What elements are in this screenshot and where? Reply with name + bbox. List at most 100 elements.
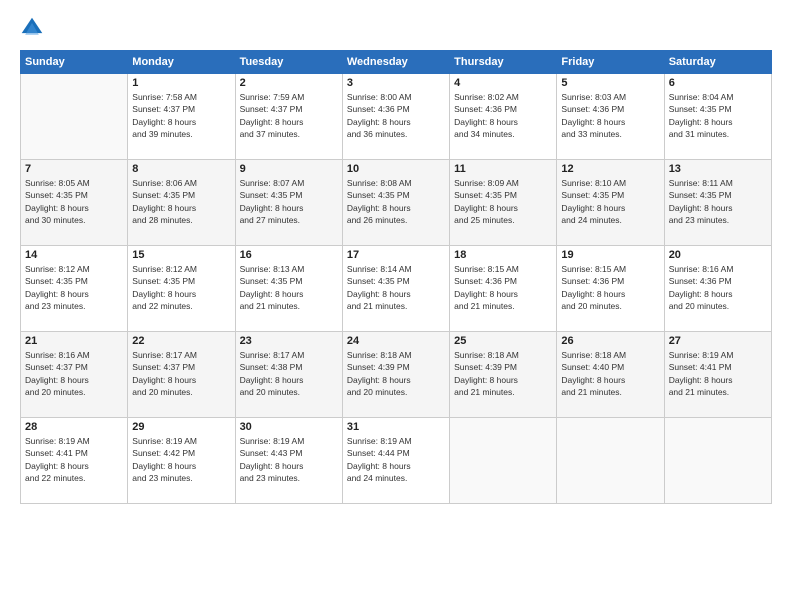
day-cell <box>557 418 664 504</box>
day-number: 6 <box>669 77 767 89</box>
header-day-friday: Friday <box>557 51 664 74</box>
header-day-wednesday: Wednesday <box>342 51 449 74</box>
day-cell: 9 Sunrise: 8:07 AMSunset: 4:35 PMDaylight… <box>235 160 342 246</box>
week-row-1: 1 Sunrise: 7:58 AMSunset: 4:37 PMDaylight… <box>21 74 772 160</box>
day-number: 21 <box>25 335 123 347</box>
day-cell: 4 Sunrise: 8:02 AMSunset: 4:36 PMDaylight… <box>450 74 557 160</box>
day-info: Sunrise: 8:12 AMSunset: 4:35 PMDaylight:… <box>132 263 230 312</box>
day-cell: 3 Sunrise: 8:00 AMSunset: 4:36 PMDaylight… <box>342 74 449 160</box>
day-info: Sunrise: 8:10 AMSunset: 4:35 PMDaylight:… <box>561 177 659 226</box>
day-cell: 17 Sunrise: 8:14 AMSunset: 4:35 PMDayligh… <box>342 246 449 332</box>
day-number: 4 <box>454 77 552 89</box>
day-cell: 12 Sunrise: 8:10 AMSunset: 4:35 PMDayligh… <box>557 160 664 246</box>
day-info: Sunrise: 8:09 AMSunset: 4:35 PMDaylight:… <box>454 177 552 226</box>
day-number: 10 <box>347 163 445 175</box>
header <box>20 16 772 40</box>
day-cell <box>664 418 771 504</box>
header-row: SundayMondayTuesdayWednesdayThursdayFrid… <box>21 51 772 74</box>
week-row-5: 28 Sunrise: 8:19 AMSunset: 4:41 PMDayligh… <box>21 418 772 504</box>
day-info: Sunrise: 8:16 AMSunset: 4:36 PMDaylight:… <box>669 263 767 312</box>
day-info: Sunrise: 8:13 AMSunset: 4:35 PMDaylight:… <box>240 263 338 312</box>
day-info: Sunrise: 8:08 AMSunset: 4:35 PMDaylight:… <box>347 177 445 226</box>
day-number: 24 <box>347 335 445 347</box>
day-number: 5 <box>561 77 659 89</box>
day-info: Sunrise: 8:19 AMSunset: 4:42 PMDaylight:… <box>132 435 230 484</box>
day-number: 15 <box>132 249 230 261</box>
day-info: Sunrise: 8:15 AMSunset: 4:36 PMDaylight:… <box>454 263 552 312</box>
day-number: 12 <box>561 163 659 175</box>
day-info: Sunrise: 8:19 AMSunset: 4:41 PMDaylight:… <box>669 349 767 398</box>
day-number: 29 <box>132 421 230 433</box>
day-info: Sunrise: 7:58 AMSunset: 4:37 PMDaylight:… <box>132 91 230 140</box>
day-number: 19 <box>561 249 659 261</box>
day-cell: 18 Sunrise: 8:15 AMSunset: 4:36 PMDayligh… <box>450 246 557 332</box>
day-info: Sunrise: 8:19 AMSunset: 4:43 PMDaylight:… <box>240 435 338 484</box>
day-info: Sunrise: 8:07 AMSunset: 4:35 PMDaylight:… <box>240 177 338 226</box>
day-info: Sunrise: 8:12 AMSunset: 4:35 PMDaylight:… <box>25 263 123 312</box>
day-number: 17 <box>347 249 445 261</box>
day-cell: 31 Sunrise: 8:19 AMSunset: 4:44 PMDayligh… <box>342 418 449 504</box>
day-info: Sunrise: 8:17 AMSunset: 4:38 PMDaylight:… <box>240 349 338 398</box>
logo-icon <box>20 16 44 40</box>
day-number: 9 <box>240 163 338 175</box>
day-info: Sunrise: 7:59 AMSunset: 4:37 PMDaylight:… <box>240 91 338 140</box>
day-info: Sunrise: 8:18 AMSunset: 4:39 PMDaylight:… <box>454 349 552 398</box>
day-cell: 11Sunrise: 8:09 AMSunset: 4:35 PMDayligh… <box>450 160 557 246</box>
header-day-monday: Monday <box>128 51 235 74</box>
day-number: 31 <box>347 421 445 433</box>
day-cell: 27 Sunrise: 8:19 AMSunset: 4:41 PMDayligh… <box>664 332 771 418</box>
header-day-thursday: Thursday <box>450 51 557 74</box>
day-cell: 21 Sunrise: 8:16 AMSunset: 4:37 PMDayligh… <box>21 332 128 418</box>
day-info: Sunrise: 8:18 AMSunset: 4:39 PMDaylight:… <box>347 349 445 398</box>
day-number: 26 <box>561 335 659 347</box>
day-cell: 30 Sunrise: 8:19 AMSunset: 4:43 PMDayligh… <box>235 418 342 504</box>
header-day-sunday: Sunday <box>21 51 128 74</box>
day-info: Sunrise: 8:19 AMSunset: 4:41 PMDaylight:… <box>25 435 123 484</box>
day-number: 22 <box>132 335 230 347</box>
day-number: 13 <box>669 163 767 175</box>
day-info: Sunrise: 8:19 AMSunset: 4:44 PMDaylight:… <box>347 435 445 484</box>
day-number: 28 <box>25 421 123 433</box>
day-cell: 23 Sunrise: 8:17 AMSunset: 4:38 PMDayligh… <box>235 332 342 418</box>
day-info: Sunrise: 8:18 AMSunset: 4:40 PMDaylight:… <box>561 349 659 398</box>
day-number: 3 <box>347 77 445 89</box>
day-number: 18 <box>454 249 552 261</box>
day-cell: 8 Sunrise: 8:06 AMSunset: 4:35 PMDaylight… <box>128 160 235 246</box>
header-day-tuesday: Tuesday <box>235 51 342 74</box>
day-cell: 29 Sunrise: 8:19 AMSunset: 4:42 PMDayligh… <box>128 418 235 504</box>
day-info: Sunrise: 8:04 AMSunset: 4:35 PMDaylight:… <box>669 91 767 140</box>
day-cell: 26 Sunrise: 8:18 AMSunset: 4:40 PMDayligh… <box>557 332 664 418</box>
calendar-table: SundayMondayTuesdayWednesdayThursdayFrid… <box>20 50 772 504</box>
day-number: 1 <box>132 77 230 89</box>
day-cell <box>450 418 557 504</box>
week-row-4: 21 Sunrise: 8:16 AMSunset: 4:37 PMDayligh… <box>21 332 772 418</box>
day-info: Sunrise: 8:16 AMSunset: 4:37 PMDaylight:… <box>25 349 123 398</box>
day-info: Sunrise: 8:15 AMSunset: 4:36 PMDaylight:… <box>561 263 659 312</box>
week-row-3: 14 Sunrise: 8:12 AMSunset: 4:35 PMDayligh… <box>21 246 772 332</box>
day-number: 20 <box>669 249 767 261</box>
day-number: 27 <box>669 335 767 347</box>
day-cell: 10 Sunrise: 8:08 AMSunset: 4:35 PMDayligh… <box>342 160 449 246</box>
logo <box>20 16 48 40</box>
day-cell: 5 Sunrise: 8:03 AMSunset: 4:36 PMDaylight… <box>557 74 664 160</box>
day-number: 30 <box>240 421 338 433</box>
day-cell: 25 Sunrise: 8:18 AMSunset: 4:39 PMDayligh… <box>450 332 557 418</box>
day-info: Sunrise: 8:17 AMSunset: 4:37 PMDaylight:… <box>132 349 230 398</box>
day-info: Sunrise: 8:06 AMSunset: 4:35 PMDaylight:… <box>132 177 230 226</box>
page: SundayMondayTuesdayWednesdayThursdayFrid… <box>0 0 792 612</box>
day-cell: 13Sunrise: 8:11 AMSunset: 4:35 PMDayligh… <box>664 160 771 246</box>
day-info: Sunrise: 8:14 AMSunset: 4:35 PMDaylight:… <box>347 263 445 312</box>
day-number: 23 <box>240 335 338 347</box>
day-info: Sunrise: 8:00 AMSunset: 4:36 PMDaylight:… <box>347 91 445 140</box>
day-cell: 16Sunrise: 8:13 AMSunset: 4:35 PMDayligh… <box>235 246 342 332</box>
day-cell: 28 Sunrise: 8:19 AMSunset: 4:41 PMDayligh… <box>21 418 128 504</box>
day-cell: 1 Sunrise: 7:58 AMSunset: 4:37 PMDaylight… <box>128 74 235 160</box>
day-number: 8 <box>132 163 230 175</box>
day-info: Sunrise: 8:02 AMSunset: 4:36 PMDaylight:… <box>454 91 552 140</box>
day-info: Sunrise: 8:03 AMSunset: 4:36 PMDaylight:… <box>561 91 659 140</box>
day-number: 7 <box>25 163 123 175</box>
day-number: 14 <box>25 249 123 261</box>
day-info: Sunrise: 8:05 AMSunset: 4:35 PMDaylight:… <box>25 177 123 226</box>
header-day-saturday: Saturday <box>664 51 771 74</box>
day-number: 25 <box>454 335 552 347</box>
